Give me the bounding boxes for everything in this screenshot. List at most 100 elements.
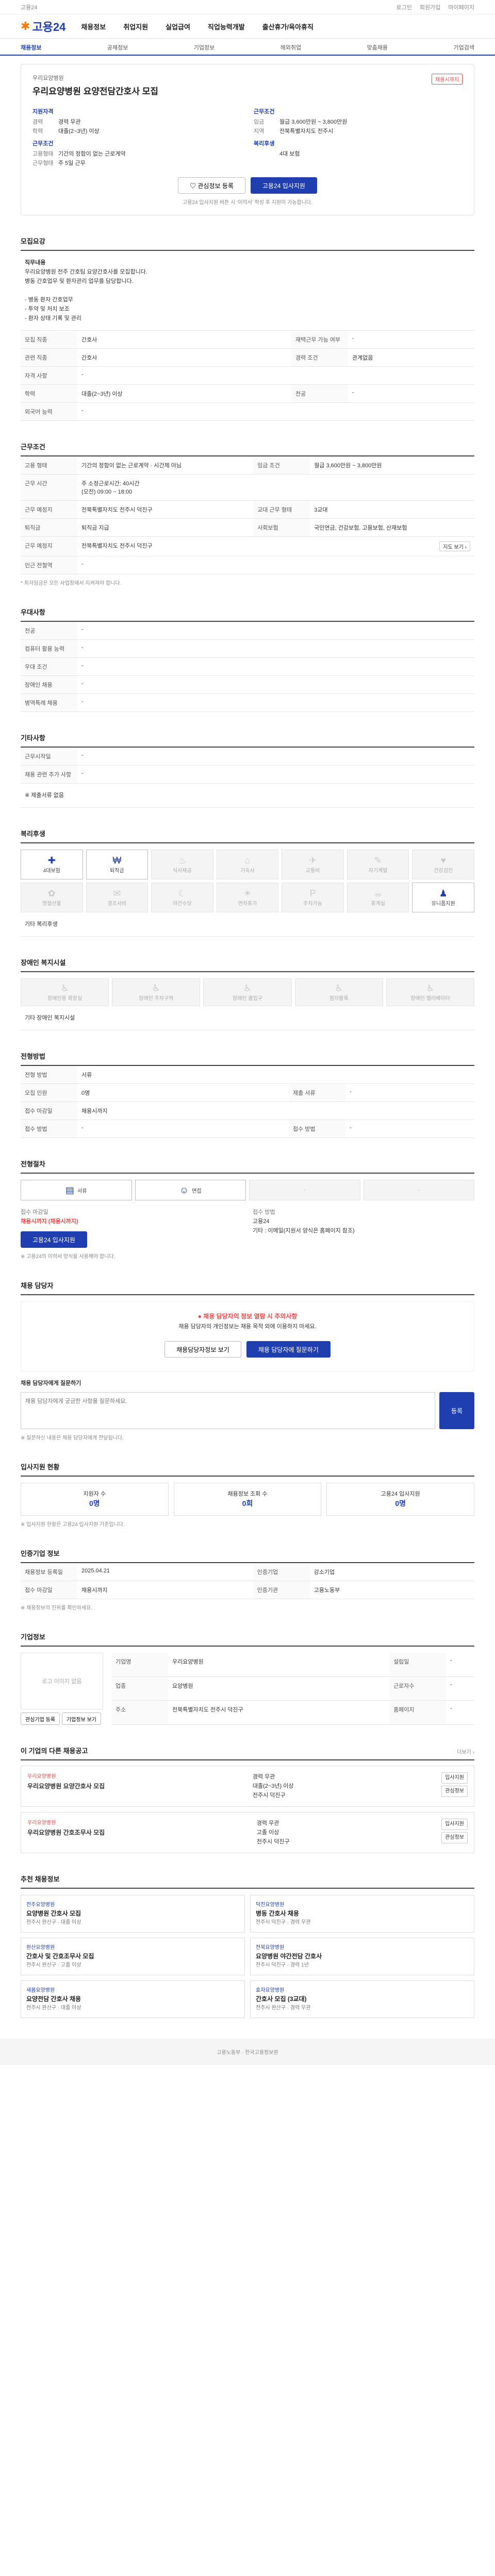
recommended-job[interactable]: 덕진요양병원 병동 간호사 채용 전주시 덕진구 · 경력 무관 [250, 1895, 474, 1933]
welfare-section: 복리후생 ✚ 4대보험 ₩ 퇴직금 ♨ 식사제공 ⌂ 기숙사 ✈ 교통비 ✎ 자기계발 ♥ 건강검진 ✿ 명절… [21, 828, 474, 937]
list-apply-button[interactable]: 입사지원 [441, 1772, 468, 1784]
summary-actions: ♡ 관심정보 등록 고용24 입사지원 [32, 177, 463, 194]
company-logo-area: 로고 이미지 없음 관심기업 등록 기업정보 보기 [21, 1653, 103, 1725]
warning-icon: ● [197, 1313, 202, 1320]
process-section: 전형절차 ▤ 서류 ☺ 면접 - - 접수 마감일 채용시까지 (채용시까지) 고용… [21, 1159, 474, 1260]
list-item[interactable]: 우리요양병원 우리요양병원 요양간호사 모집 경력 무관 대졸(2~3년) 이상 전주시… [21, 1766, 474, 1807]
receive-deadline: 채용시까지 (채용시까지) [21, 1218, 78, 1225]
gnb-item-job-info[interactable]: 채용정보 [81, 22, 106, 31]
subnav-item-4[interactable]: 맞춤채용 [367, 43, 388, 52]
main-header: ✱ 고용24 채용정보 취업지원 실업급여 직업능력개발 출산휴가/육아휴직 [21, 14, 474, 38]
gnb-item-leave[interactable]: 출산휴가/육아휴직 [262, 22, 314, 31]
document-icon: ▤ [65, 1184, 75, 1195]
process-step: - [363, 1180, 474, 1200]
table-row: 근무 시간 주 소정근로시간: 40시간 (오전) 09:00 ~ 18:00 [21, 474, 474, 501]
list-scrap-button[interactable]: 관심정보 [441, 1832, 468, 1843]
receive-apply-button[interactable]: 고용24 입사지원 [21, 1231, 87, 1248]
recommended-job[interactable]: 전주요양병원 요양병원 간호사 모집 전주시 완산구 · 대졸 이상 [21, 1895, 245, 1933]
view-contact-button[interactable]: 채용담당자정보 보기 [164, 1341, 241, 1358]
summary-row: 근무형태 주 5일 근무 [32, 160, 86, 166]
company-logo: 로고 이미지 없음 [21, 1653, 103, 1709]
login-link[interactable]: 로그인 [396, 5, 411, 11]
ask-contact-button[interactable]: 채용 담당자에 질문하기 [246, 1341, 331, 1358]
screening-section: 전형방법 전형 방법 서류 모집 인원 0명 제출 서류 - 접수 마감일 채용시까지 접… [21, 1051, 474, 1138]
table-row: 관련 직종 간호사 경력 조건 관계없음 [21, 348, 474, 367]
table-row: 장애인 채용 - [21, 675, 474, 694]
recommended-section: 추천 채용정보 전주요양병원 요양병원 간호사 모집 전주시 완산구 · 대졸 이상… [21, 1874, 474, 2018]
recommended-job[interactable]: 새봄요양병원 요양전담 간호사 채용 전주시 완산구 · 대졸 이상 [21, 1980, 245, 2018]
welfare-item: ♥ 건강검진 [412, 850, 474, 879]
site-logo[interactable]: ✱ 고용24 [21, 18, 65, 35]
welfare-item: ✚ 4대보험 [21, 850, 83, 879]
favorite-company-button[interactable]: 관심기업 등록 [21, 1713, 60, 1725]
map-view-button[interactable]: 지도 보기 › [439, 541, 470, 551]
recommended-job[interactable]: 전북요양병원 요양병원 야간전담 간호사 전주시 덕진구 · 경력 1년 [250, 1938, 474, 1975]
welfare-item: ♟ 유니폼지원 [412, 883, 474, 912]
process-steps: ▤ 서류 ☺ 면접 - - [21, 1180, 474, 1200]
summary-row: 학력 대졸(2~3년) 이상 [32, 128, 100, 134]
apply-button[interactable]: 고용24 입사지원 [250, 177, 317, 194]
gnb-item-unemployment[interactable]: 실업급여 [166, 22, 190, 31]
recommended-job[interactable]: 효자요양병원 간호사 모집 (3교대) 전주시 완산구 · 경력 무관 [250, 1980, 474, 2018]
contact-warning: ● 채용 담당자의 정보 열람 시 주의사항 [197, 1313, 298, 1320]
summary-right-heading: 근무조건 [254, 109, 275, 115]
table-row: 컴퓨터 활용 능력 - [21, 639, 474, 658]
accessibility-icon: ♿ [60, 983, 69, 993]
summary-left-heading-2: 근무조건 [32, 141, 54, 147]
receive-note: ※ 고용24의 이력서 양식을 사용해야 합니다. [21, 1254, 116, 1260]
company-detail-button[interactable]: 기업정보 보기 [61, 1713, 101, 1725]
welfare-icon: ✎ [374, 855, 382, 866]
table-row: 근무시작일 - [21, 748, 474, 766]
signup-link[interactable]: 회원가입 [420, 5, 440, 11]
welfare-icon: ✉ [113, 888, 121, 899]
subnav-item-0[interactable]: 채용정보 [21, 43, 41, 52]
table-row: 외국어 능력 - [21, 402, 474, 421]
mypage-link[interactable]: 마이페이지 [448, 5, 474, 11]
company-name[interactable]: 우리요양병원 [32, 74, 463, 82]
company-table: 기업명 우리요양병원 설립일 - 업종 요양병원 근로자수 - 주소 전북특별자치도 전주시 … [111, 1653, 474, 1725]
table-row: 채용 관련 추가 사항 - [21, 765, 474, 784]
contact-box: ● 채용 담당자의 정보 열람 시 주의사항 채용 담당자의 개인정보는 채용 … [21, 1301, 474, 1371]
disability-item: ♿ 장애인 출입구 [203, 978, 292, 1006]
section-title: 우대사항 [21, 607, 474, 622]
table-row: 접수 마감일 채용시까지 인증기관 고용노동부 [21, 1581, 474, 1599]
manage-note: ※ 채용정보의 진위를 확인하세요. [21, 1605, 93, 1611]
disability-section: 장애인 복지시설 ♿ 장애인용 화장실 ♿ 장애인 주차구역 ♿ 장애인 출입구 ♿ 점자블록… [21, 957, 474, 1030]
section-title: 채용 담당자 [21, 1280, 474, 1295]
small-logo[interactable]: 고용24 [21, 3, 37, 11]
welfare-item: P 주차가능 [282, 883, 344, 912]
subnav-item-3[interactable]: 해외취업 [280, 43, 301, 52]
welfare-item: ☾ 야간수당 [151, 883, 213, 912]
more-link[interactable]: 더보기 › [457, 1748, 474, 1755]
duty-label: 직무내용 [25, 260, 46, 266]
gnb-item-training[interactable]: 직업능력개발 [208, 22, 245, 31]
recruit-section: 모집요강 직무내용 우리요양병원 전주 간호팀 요양간호사를 모집합니다. 병동 … [21, 236, 474, 421]
welfare-icon: ₩ [112, 855, 122, 866]
list-item[interactable]: 우리요양병원 우리요양병원 간호조무사 모집 경력 무관 고졸 이상 전주시 덕진구 입사… [21, 1812, 474, 1853]
qa-note: ※ 질문하신 내용은 채용 담당자에게 전달됩니다. [21, 1435, 124, 1441]
apply-note: 고용24 입사지원 버튼 시 ‘이력서’ 작성 후 지원이 가능합니다. [183, 200, 312, 206]
welfare-icon: ♨ [178, 855, 187, 866]
logo-star-icon: ✱ [21, 20, 30, 32]
deadline-badge: 채용시까지 [432, 74, 463, 84]
welfare-icon: ☾ [178, 888, 187, 899]
summary-left: 지원자격 경력 경력 무관 학력 대졸(2~3년) 이상 근무조건 고용형태 기간의 … [32, 104, 241, 168]
qa-input[interactable] [21, 1392, 435, 1429]
subnav-item-1[interactable]: 공채정보 [107, 43, 128, 52]
table-row: 근무 예정지 전북특별자치도 전주시 덕진구 지도 보기 › [21, 536, 474, 556]
contact-actions: 채용담당자정보 보기 채용 담당자에 질문하기 [30, 1341, 465, 1358]
list-scrap-button[interactable]: 관심정보 [441, 1786, 468, 1797]
disability-item: ♿ 점자블록 [294, 978, 383, 1006]
welfare-icon: ☕ [374, 888, 383, 899]
subnav-item-2[interactable]: 기업정보 [194, 43, 214, 52]
qa-submit-button[interactable]: 등록 [439, 1392, 474, 1429]
list-apply-button[interactable]: 입사지원 [441, 1819, 468, 1830]
subnav-item-5[interactable]: 기업검색 [453, 43, 474, 52]
gnb-item-employment-support[interactable]: 취업지원 [123, 22, 148, 31]
qa-title: 채용 담당자에게 질문하기 [21, 1380, 81, 1386]
table-row: 주소 전북특별자치도 전주시 덕진구 홈페이지 - [111, 1700, 474, 1725]
recommended-job[interactable]: 완산요양병원 간호사 및 간호조무사 모집 전주시 완산구 · 고졸 이상 [21, 1938, 245, 1975]
section-title: 입사지원 현황 [21, 1462, 474, 1477]
scrap-button[interactable]: ♡ 관심정보 등록 [178, 177, 245, 194]
table-row: 전형 방법 서류 [21, 1066, 474, 1084]
